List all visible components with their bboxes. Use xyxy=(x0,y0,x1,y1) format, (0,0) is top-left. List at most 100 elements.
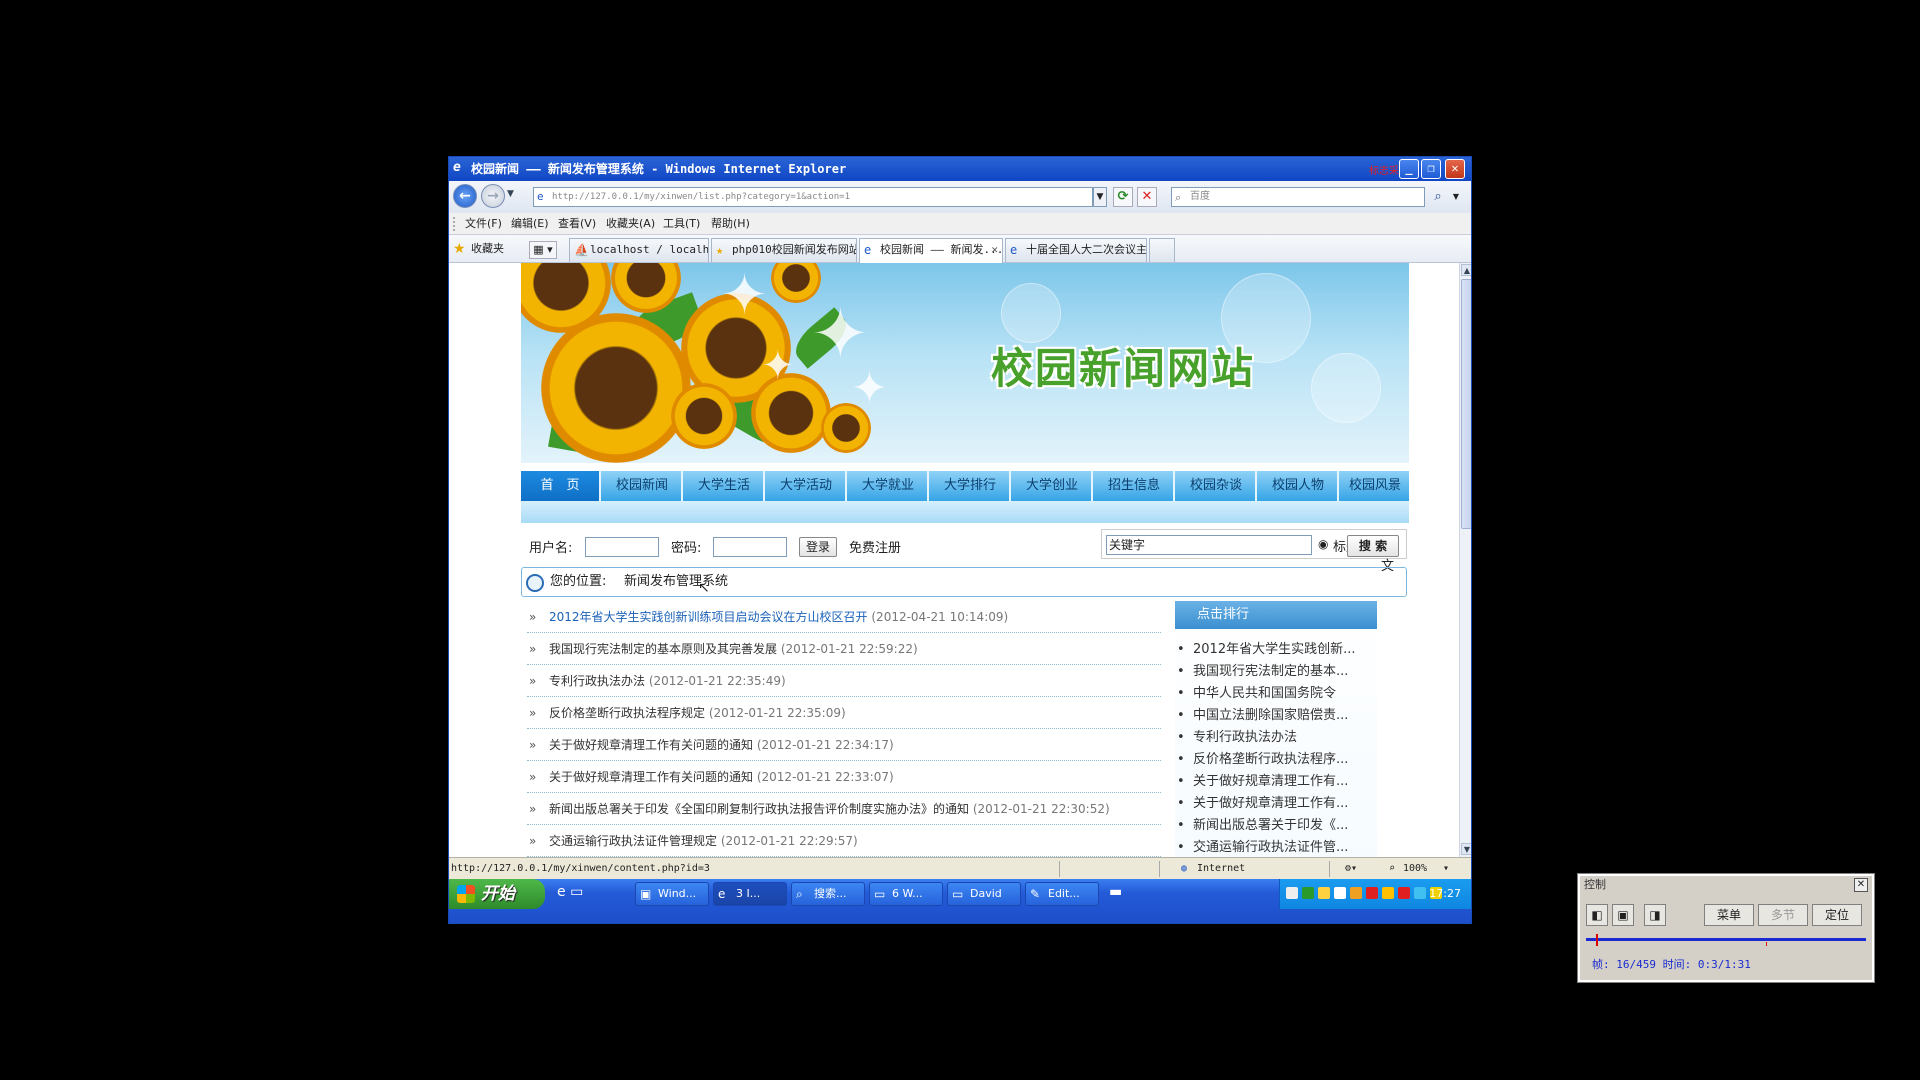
progress-track[interactable] xyxy=(1586,938,1866,941)
protected-mode-icon[interactable]: ⚙▾ xyxy=(1345,858,1357,880)
news-item[interactable]: » 我国现行宪法制定的基本原则及其完善发展 (2012-01-21 22:59:… xyxy=(527,633,1161,665)
nav-college-life[interactable]: 大学生活 xyxy=(685,471,765,501)
refresh-button[interactable]: ⟳ xyxy=(1113,187,1133,207)
zoom-dropdown-icon[interactable]: ▾ xyxy=(1443,858,1449,880)
close-button[interactable]: ✕ xyxy=(1445,159,1465,179)
ranking-item[interactable]: • 中华人民共和国国务院令 xyxy=(1175,683,1377,705)
news-title[interactable]: 我国现行宪法制定的基本原则及其完善发展 (2012-01-21 22:59:22… xyxy=(549,633,918,665)
news-item[interactable]: » 反价格垄断行政执法程序规定 (2012-01-21 22:35:09) xyxy=(527,697,1161,729)
maximize-button[interactable]: ❐ xyxy=(1421,159,1441,179)
tray-icon[interactable] xyxy=(1350,887,1362,899)
taskbar-item[interactable]: ▣ Wind... xyxy=(635,882,709,906)
nav-campus-talk[interactable]: 校园杂谈 xyxy=(1177,471,1257,501)
ranking-item[interactable]: • 反价格垄断行政执法程序... xyxy=(1175,749,1377,771)
address-dropdown-button[interactable]: ▼ xyxy=(1093,187,1107,207)
search-input[interactable]: ⌕ 百度 xyxy=(1171,187,1425,207)
next-frame-icon[interactable]: ◨ xyxy=(1644,904,1666,926)
tray-icon[interactable] xyxy=(1318,887,1330,899)
taskbar-item[interactable]: ▭ 6 W... xyxy=(869,882,943,906)
ranking-item[interactable]: • 关于做好规章清理工作有... xyxy=(1175,771,1377,793)
stop-frame-icon[interactable]: ▣ xyxy=(1612,904,1634,926)
zoom-icon[interactable]: ⌕ xyxy=(1389,858,1395,880)
nav-campus-news[interactable]: 校园新闻 xyxy=(603,471,683,501)
progress-head[interactable] xyxy=(1595,934,1598,946)
menu-edit[interactable]: 编辑(E) xyxy=(505,213,555,235)
tab-php010[interactable]: ★ php010校园新闻发布网站... xyxy=(711,238,857,262)
taskbar-item[interactable]: ✎ Edit... xyxy=(1025,882,1099,906)
menu-help[interactable]: 帮助(H) xyxy=(705,213,756,235)
tray-icon[interactable] xyxy=(1334,887,1346,899)
nav-campus-people[interactable]: 校园人物 xyxy=(1259,471,1339,501)
favorites-star-icon[interactable]: ★ xyxy=(453,235,466,263)
news-item[interactable]: » 交通运输行政执法证件管理规定 (2012-01-21 22:29:57) xyxy=(527,825,1161,857)
ranking-item[interactable]: • 中国立法删除国家赔偿责... xyxy=(1175,705,1377,727)
ranking-item-title[interactable]: 我国现行宪法制定的基本... xyxy=(1193,661,1373,683)
tray-icon[interactable] xyxy=(1398,887,1410,899)
taskbar-item[interactable]: ▭ David xyxy=(947,882,1021,906)
ranking-item-title[interactable]: 关于做好规章清理工作有... xyxy=(1193,771,1373,793)
tray-icon[interactable] xyxy=(1286,887,1298,899)
clock[interactable]: 17:27 xyxy=(1429,879,1461,909)
menu-favorites[interactable]: 收藏夹(A) xyxy=(600,213,661,235)
stop-button[interactable]: ✕ xyxy=(1137,187,1157,207)
news-title[interactable]: 关于做好规章清理工作有关问题的通知 (2012-01-21 22:33:07) xyxy=(549,761,894,793)
ranking-item-title[interactable]: 反价格垄断行政执法程序... xyxy=(1193,749,1373,771)
ranking-item[interactable]: • 2012年省大学生实践创新... xyxy=(1175,639,1377,661)
nav-ranking[interactable]: 大学排行 xyxy=(931,471,1011,501)
ranking-item-title[interactable]: 交通运输行政执法证件管... xyxy=(1193,837,1373,857)
ranking-item-title[interactable]: 中华人民共和国国务院令 xyxy=(1193,683,1373,705)
vertical-scrollbar[interactable]: ▲ ▼ xyxy=(1459,263,1471,857)
search-go-icon[interactable]: ⌕ xyxy=(1429,187,1447,207)
nav-startup[interactable]: 大学创业 xyxy=(1013,471,1093,501)
history-dropdown-icon[interactable]: ▼ xyxy=(507,189,514,199)
news-title[interactable]: 交通运输行政执法证件管理规定 (2012-01-21 22:29:57) xyxy=(549,825,858,857)
tray-icon[interactable] xyxy=(1302,887,1314,899)
register-link[interactable]: 免费注册 xyxy=(849,537,901,556)
taskbar-item[interactable]: e 3 I... xyxy=(713,882,787,906)
quick-tabs-button[interactable]: ▦ ▾ xyxy=(529,241,557,259)
nav-admission[interactable]: 招生信息 xyxy=(1095,471,1175,501)
ranking-item[interactable]: • 交通运输行政执法证件管... xyxy=(1175,837,1377,857)
new-tab-button[interactable] xyxy=(1149,238,1175,262)
nav-employment[interactable]: 大学就业 xyxy=(849,471,929,501)
tray-icon[interactable] xyxy=(1366,887,1378,899)
nav-college-activity[interactable]: 大学活动 xyxy=(767,471,847,501)
news-title[interactable]: 关于做好规章清理工作有关问题的通知 (2012-01-21 22:34:17) xyxy=(549,729,894,761)
menu-file[interactable]: 文件(F) xyxy=(459,213,508,235)
tray-icon[interactable] xyxy=(1414,887,1426,899)
tab-localhost[interactable]: ⛵ localhost / localhost ... xyxy=(569,238,709,262)
ranking-item[interactable]: • 我国现行宪法制定的基本... xyxy=(1175,661,1377,683)
menu-view[interactable]: 查看(V) xyxy=(552,213,602,235)
tab-renda[interactable]: e 十届全国人大二次会议主... xyxy=(1005,238,1147,262)
tray-icon[interactable] xyxy=(1382,887,1394,899)
news-item[interactable]: » 关于做好规章清理工作有关问题的通知 (2012-01-21 22:34:17… xyxy=(527,729,1161,761)
forward-button[interactable]: → xyxy=(481,184,505,208)
prev-frame-icon[interactable]: ◧ xyxy=(1586,904,1608,926)
menu-button[interactable]: 菜单 xyxy=(1704,904,1754,926)
scroll-down-icon[interactable]: ▼ xyxy=(1461,843,1471,855)
menu-tools[interactable]: 工具(T) xyxy=(657,213,706,235)
locate-button[interactable]: 定位 xyxy=(1812,904,1862,926)
scroll-up-icon[interactable]: ▲ xyxy=(1461,264,1471,276)
tab-close-icon[interactable]: ✕ xyxy=(991,239,998,261)
news-item[interactable]: » 2012年省大学生实践创新训练项目启动会议在方山校区召开 (2012-04-… xyxy=(527,601,1161,633)
ranking-item[interactable]: • 关于做好规章清理工作有... xyxy=(1175,793,1377,815)
ranking-item[interactable]: • 新闻出版总署关于印发《... xyxy=(1175,815,1377,837)
multi-section-button[interactable]: 多节 xyxy=(1758,904,1808,926)
ranking-item-title[interactable]: 关于做好规章清理工作有... xyxy=(1193,793,1373,815)
news-item[interactable]: » 专利行政执法办法 (2012-01-21 22:35:49) xyxy=(527,665,1161,697)
keyboard-icon[interactable]: ▬ xyxy=(1109,884,1122,900)
news-title[interactable]: 反价格垄断行政执法程序规定 (2012-01-21 22:35:09) xyxy=(549,697,846,729)
address-input[interactable]: e http://127.0.0.1/my/xinwen/list.php?ca… xyxy=(533,187,1093,207)
login-button[interactable]: 登录 xyxy=(799,537,837,557)
ranking-item-title[interactable]: 中国立法删除国家赔偿责... xyxy=(1193,705,1373,727)
news-item[interactable]: » 关于做好规章清理工作有关问题的通知 (2012-01-21 22:33:07… xyxy=(527,761,1161,793)
password-input[interactable] xyxy=(713,537,787,557)
favorites-button[interactable]: 收藏夹 xyxy=(471,235,504,263)
ranking-item-title[interactable]: 专利行政执法办法 xyxy=(1193,727,1373,749)
radio-title-checked[interactable]: ◉ xyxy=(1318,537,1328,551)
news-item[interactable]: » 新闻出版总署关于印发《全国印刷复制行政执法报告评价制度实施办法》的通知 (2… xyxy=(527,793,1161,825)
taskbar-item[interactable]: ⌕ 搜索... xyxy=(791,882,865,906)
tab-xiaoyuan-xinwen[interactable]: e 校园新闻 —— 新闻发... ✕ xyxy=(859,238,1003,263)
ranking-item-title[interactable]: 新闻出版总署关于印发《... xyxy=(1193,815,1373,837)
